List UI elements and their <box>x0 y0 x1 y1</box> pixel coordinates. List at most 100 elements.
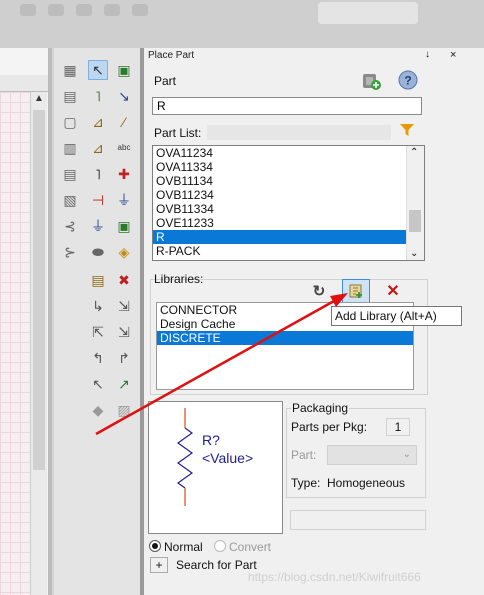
refresh-icon[interactable]: ↻ <box>308 280 330 302</box>
list-item[interactable]: OVB11334 <box>153 202 424 216</box>
bus-entry-icon[interactable]: ⁄ <box>114 112 134 132</box>
scrollbar-thumb[interactable] <box>33 110 45 470</box>
part-list-filter-field[interactable] <box>207 125 391 140</box>
gray-tool-icon[interactable]: ▤ <box>60 86 80 106</box>
gray-tool-icon[interactable]: ⊱ <box>60 242 80 262</box>
pin-icon[interactable]: ↓ <box>425 49 430 60</box>
part-preview <box>148 401 283 534</box>
chevron-down-icon: ⌄ <box>402 449 411 460</box>
normal-radio[interactable]: Normal <box>149 540 203 554</box>
list-item[interactable]: OVE11233 <box>153 216 424 230</box>
scrollbar-thumb[interactable] <box>409 210 421 232</box>
place-ieee-icon[interactable]: ▤ <box>88 270 108 290</box>
list-item-selected[interactable]: DISCRETE <box>157 331 413 345</box>
filter-icon[interactable] <box>399 122 415 143</box>
bus-icon[interactable]: ↘ <box>114 86 134 106</box>
gray-tool-icon[interactable]: ▤ <box>60 164 80 184</box>
add-library-button[interactable] <box>342 279 370 303</box>
schematic-scrollbar[interactable]: ▲ <box>30 92 47 595</box>
pointer-arrow-icon[interactable]: ⇲ <box>114 322 134 342</box>
faded-toolbar-icon <box>104 4 120 16</box>
schematic-tab-strip[interactable] <box>0 75 48 92</box>
watermark-text: https://blog.csdn.net/Kiwifruit666 <box>248 570 421 584</box>
place-part-icon[interactable]: ▣ <box>114 60 134 80</box>
chevron-down-icon[interactable]: ⌄ <box>410 248 418 259</box>
faded-toolbar-icon <box>20 4 36 16</box>
add-part-icon[interactable] <box>360 70 382 92</box>
list-item-selected[interactable]: R <box>153 230 424 244</box>
gray-tool-icon[interactable]: ▦ <box>60 60 80 80</box>
list-item[interactable]: OVB11134 <box>153 174 424 188</box>
scroll-up-icon[interactable]: ▲ <box>34 93 44 104</box>
junction-icon[interactable]: ⊿ <box>88 138 108 158</box>
pointer-arrow-icon[interactable]: ↖ <box>88 374 108 394</box>
net-alias-icon[interactable]: ⊿ <box>88 112 108 132</box>
pointer-arrow-icon[interactable]: ↱ <box>114 348 134 368</box>
faded-toolbar-icon <box>132 4 148 16</box>
pkg-part-label: Part: <box>291 448 317 462</box>
close-icon[interactable]: × <box>450 49 456 61</box>
pointer-arrow-icon[interactable]: ⇱ <box>88 322 108 342</box>
gray-tool-icon[interactable]: ▧ <box>60 190 80 210</box>
off-page-icon[interactable]: ⏚ <box>88 216 108 236</box>
part-list[interactable]: OVA11234 OVA11334 OVB11134 OVB11234 OVB1… <box>152 145 425 261</box>
ground-icon[interactable]: ⏚ <box>114 190 134 210</box>
delete-x-icon[interactable]: ✖ <box>114 270 134 290</box>
pointer-doc-icon[interactable]: ↳ <box>88 296 108 316</box>
svg-text:?: ? <box>404 74 411 88</box>
no-connect-icon[interactable]: ✚ <box>114 164 134 184</box>
remove-library-icon[interactable]: ✕ <box>382 280 404 302</box>
video-top-banner <box>0 0 484 48</box>
parts-per-pkg-value: 1 <box>386 418 410 436</box>
type-label: Type: <box>291 476 321 490</box>
preview-ref-designator: R? <box>202 432 220 448</box>
pkg-part-select[interactable]: ⌄ <box>327 445 417 465</box>
part-list-scrollbar[interactable]: ⌃ ⌄ <box>406 146 424 260</box>
packaging-title: Packaging <box>291 401 350 415</box>
pin-icon[interactable]: ⊣ <box>88 190 108 210</box>
chevron-up-icon[interactable]: ⌃ <box>410 147 418 158</box>
gray-diamond-icon[interactable]: ◆ <box>88 400 108 420</box>
select-pointer-icon[interactable]: ↖ <box>88 60 108 80</box>
help-icon[interactable]: ? <box>397 69 419 91</box>
pointer-doc-icon[interactable]: ⇲ <box>114 296 134 316</box>
pointer-green-icon[interactable]: ↗ <box>114 374 134 394</box>
list-item[interactable]: OVB11234 <box>153 188 424 202</box>
list-item[interactable]: OVA11234 <box>153 146 424 160</box>
convert-radio-label: Convert <box>229 540 272 554</box>
convert-radio[interactable]: Convert <box>214 540 271 554</box>
list-item[interactable]: OVA11334 <box>153 160 424 174</box>
empty-field <box>290 510 426 530</box>
faded-toolbar-icon <box>48 4 64 16</box>
expand-search-button[interactable]: + <box>150 557 168 573</box>
gray-tool-icon[interactable]: ⊰ <box>60 216 80 236</box>
wire-icon[interactable]: ˥ <box>88 86 108 106</box>
radio-on-icon <box>149 540 161 552</box>
add-library-icon <box>349 284 362 298</box>
part-list-label: Part List: <box>154 126 202 140</box>
part-label: Part <box>154 74 177 88</box>
preview-value-text: <Value> <box>202 450 254 466</box>
list-item[interactable]: R-PACK <box>153 244 424 258</box>
hier-block-icon[interactable]: ▣ <box>114 216 134 236</box>
gray-tool-icon[interactable]: ▢ <box>60 112 80 132</box>
logo-watermark <box>318 2 418 24</box>
panel-title: Place Part <box>148 50 195 61</box>
add-library-tooltip: Add Library (Alt+A) <box>331 306 462 326</box>
draw-toolbar: ▦ ↖ ▣ ▤ ˥ ↘ ▢ ⊿ ⁄ ▥ ⊿ abc ▤ ˥ ✚ ▧ ⊣ ⏚ ⊰ … <box>54 48 140 595</box>
gray-tool-icon[interactable]: ▨ <box>114 400 134 420</box>
type-value: Homogeneous <box>327 476 406 490</box>
hier-port-icon[interactable]: ⬬ <box>88 242 108 262</box>
pane-divider[interactable] <box>48 48 52 595</box>
gray-tool-icon[interactable]: ▥ <box>60 138 80 158</box>
resistor-symbol <box>176 408 194 506</box>
part-search-input[interactable] <box>152 97 422 115</box>
radio-off-icon <box>214 540 226 552</box>
text-icon[interactable]: abc <box>114 138 134 158</box>
hier-pin-icon[interactable]: ◈ <box>114 242 134 262</box>
schematic-canvas[interactable] <box>0 92 30 595</box>
search-for-part-label[interactable]: Search for Part <box>176 558 257 572</box>
pointer-arrow-icon[interactable]: ↰ <box>88 348 108 368</box>
power-icon[interactable]: ˥ <box>88 164 108 184</box>
libraries-label: Libraries: <box>154 272 204 286</box>
